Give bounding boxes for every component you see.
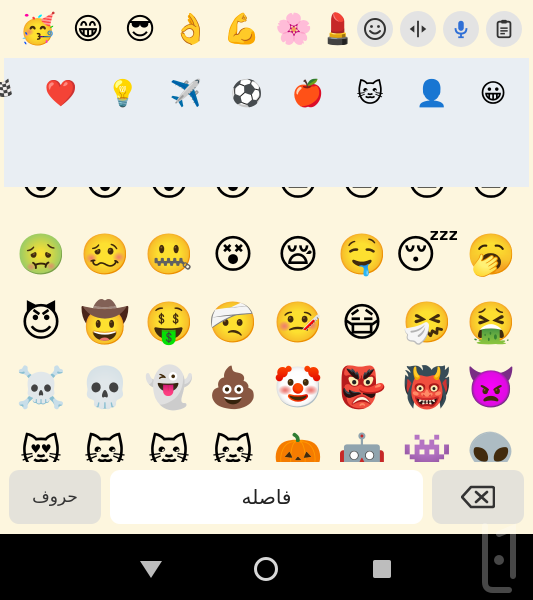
category-smileys[interactable]: 😀 [475, 76, 511, 112]
category-symbols[interactable]: ❤️ [43, 76, 79, 112]
nav-home-button[interactable] [253, 556, 279, 582]
clipboard-button[interactable] [486, 11, 522, 47]
letters-mode-button[interactable]: حروف [9, 470, 101, 524]
recent-emoji-ok-hand[interactable]: 👌 [171, 10, 211, 50]
space-bar[interactable]: فاصله [110, 470, 423, 524]
backspace-icon [461, 485, 495, 509]
recents-square-icon [373, 560, 391, 578]
emoji-sneezing[interactable]: 🤧 [402, 298, 452, 348]
backspace-button[interactable] [432, 470, 524, 524]
emoji-alien-monster[interactable]: 👾 [402, 430, 452, 462]
emoji-drooling[interactable]: 🤤 [337, 230, 387, 280]
clipboard-icon [496, 19, 512, 39]
home-circle-icon [254, 557, 278, 581]
emoji-ogre[interactable]: 👹 [402, 363, 452, 413]
emoji-skull[interactable]: 💀 [80, 363, 130, 413]
emoji-angry-devil[interactable]: 👿 [466, 363, 516, 413]
emoji-goblin[interactable]: 👺 [337, 363, 387, 413]
system-navigation-bar [0, 534, 533, 600]
category-flags[interactable]: 🏁 [0, 76, 14, 112]
emoji-key[interactable]: 😮 [80, 187, 130, 207]
recent-emoji-partying-face[interactable]: 🥳 [18, 10, 58, 50]
emoji-ghost[interactable]: 👻 [144, 363, 194, 413]
emoji-cat-face[interactable]: 🐱 [208, 430, 258, 462]
emoji-key[interactable]: 😑 [273, 187, 323, 207]
recent-emoji-sunglasses[interactable]: 😎 [120, 10, 160, 50]
emoji-smiling-devil[interactable]: 😈 [16, 298, 66, 348]
emoji-dizzy-face[interactable]: 😵 [208, 230, 258, 280]
smiley-icon [364, 18, 386, 40]
emoji-zipper-mouth[interactable]: 🤐 [144, 230, 194, 280]
emoji-cat-face[interactable]: 🐱 [144, 430, 194, 462]
emoji-category-panel: 🏁 ❤️ 💡 ✈️ ⚽ 🍎 🐱 👤 😀 [0, 58, 529, 187]
move-keyboard-button[interactable] [400, 11, 436, 47]
nav-recents-button[interactable] [369, 556, 395, 582]
emoji-sleeping[interactable]: 😴 [395, 230, 459, 280]
emoji-head-bandage[interactable]: 🤕 [208, 298, 258, 348]
recent-emoji-cherry-blossom[interactable]: 🌸 [274, 10, 314, 50]
emoji-key[interactable]: 😑 [402, 187, 452, 207]
emoji-cowboy[interactable]: 🤠 [80, 298, 130, 348]
recent-emoji-lipstick[interactable]: 💄 [325, 10, 351, 50]
emoji-key[interactable]: 😑 [466, 187, 516, 207]
category-people[interactable]: 👤 [414, 76, 450, 112]
emoji-mode-button[interactable] [357, 11, 393, 47]
emoji-woozy[interactable]: 🥴 [80, 230, 130, 280]
emoji-robot[interactable]: 🤖 [337, 430, 387, 462]
emoji-pile-of-poo[interactable]: 💩 [208, 363, 258, 413]
emoji-vomiting[interactable]: 🤮 [466, 298, 516, 348]
emoji-money-mouth[interactable]: 🤑 [144, 298, 194, 348]
category-travel[interactable]: ✈️ [168, 76, 204, 112]
category-animals[interactable]: 🐱 [352, 76, 388, 112]
emoji-heart-eyes-cat[interactable]: 😻 [16, 430, 66, 462]
emoji-thermometer-face[interactable]: 🤒 [273, 298, 323, 348]
recent-emoji-flexed-biceps[interactable]: 💪 [222, 10, 262, 50]
emoji-key[interactable]: 😮 [208, 187, 258, 207]
emoji-toolbar: 🥳 😁 😎 👌 💪 🌸 💄 [0, 0, 533, 58]
emoji-grid: 😮 😮 😮 😮 😑 😑 😑 😑 🤢 🥴 🤐 😵 😪 🤤 😴 🥱 😈 🤠 🤑 🤕 … [0, 187, 533, 462]
emoji-sleepy[interactable]: 😪 [273, 230, 323, 280]
category-food[interactable]: 🍎 [290, 76, 326, 112]
keyboard-bottom-row: حروف فاصله [0, 462, 533, 534]
move-arrows-icon [409, 20, 427, 38]
back-triangle-icon [140, 561, 162, 578]
emoji-cat-face[interactable]: 🐱 [80, 430, 130, 462]
voice-input-button[interactable] [443, 11, 479, 47]
emoji-nauseated[interactable]: 🤢 [16, 230, 66, 280]
recent-emoji-grinning[interactable]: 😁 [68, 10, 108, 50]
watermark-logo [482, 523, 516, 593]
emoji-key[interactable]: 😑 [337, 187, 387, 207]
emoji-key[interactable]: 😮 [16, 187, 66, 207]
category-objects[interactable]: 💡 [105, 76, 141, 112]
emoji-clown[interactable]: 🤡 [273, 363, 323, 413]
emoji-jack-o-lantern[interactable]: 🎃 [273, 430, 323, 462]
category-activities[interactable]: ⚽ [229, 76, 265, 112]
emoji-yawning[interactable]: 🥱 [466, 230, 516, 280]
nav-back-button[interactable] [138, 556, 164, 582]
emoji-medical-mask[interactable]: 😷 [337, 298, 387, 348]
emoji-alien[interactable]: 👽 [466, 430, 516, 462]
microphone-icon [454, 20, 468, 39]
emoji-skull-crossbones[interactable]: ☠️ [16, 363, 66, 413]
emoji-key[interactable]: 😮 [144, 187, 194, 207]
